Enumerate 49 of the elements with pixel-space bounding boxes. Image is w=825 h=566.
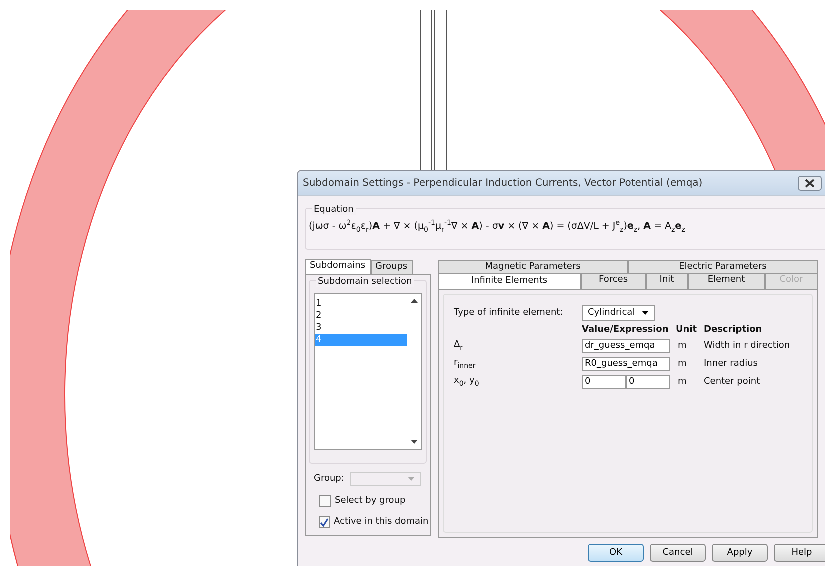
tab[interactable]: Magnetic Parameters xyxy=(438,260,628,273)
tab[interactable]: Element xyxy=(688,273,765,289)
dialog-button[interactable]: Help xyxy=(774,544,825,562)
caret-icon xyxy=(408,477,416,481)
input-field[interactable]: 0 xyxy=(626,375,670,389)
field-label: Type of infinite element: xyxy=(454,308,564,318)
subdomain-list[interactable]: 1 2 3 4 xyxy=(314,293,422,450)
unit-text: m xyxy=(677,377,688,387)
scroll-up-icon[interactable] xyxy=(410,299,418,303)
checkbox-label: Select by group xyxy=(335,496,406,506)
checkbox-label: Active in this domain xyxy=(334,517,429,527)
input-field[interactable]: dr_guess_emqa xyxy=(582,339,670,353)
tab[interactable]: Forces xyxy=(581,273,646,289)
column-header: Description xyxy=(704,325,764,335)
unit-text: m xyxy=(677,359,688,369)
list-item[interactable]: 1 xyxy=(315,298,407,310)
list-item[interactable]: 2 xyxy=(315,310,407,322)
caret-icon xyxy=(642,311,649,315)
column-header: Value/Expression xyxy=(582,325,670,335)
group-label: Equation xyxy=(312,205,356,215)
tab[interactable]: Infinite Elements xyxy=(438,273,581,289)
field-label: Group: xyxy=(314,474,344,484)
dialog-button[interactable]: Apply xyxy=(712,544,768,562)
dialog-button[interactable]: Cancel xyxy=(650,544,706,562)
column-header: Unit xyxy=(676,325,698,335)
dialog-button[interactable]: OK xyxy=(588,544,644,562)
group-label: Subdomain selection xyxy=(316,277,414,287)
tab[interactable]: Init xyxy=(646,273,688,289)
description-text: Inner radius xyxy=(704,359,759,369)
parameter-symbol: x$_{0}$, y$_{0}$ xyxy=(454,376,480,388)
parameter-symbol: r$_{inner}$ xyxy=(454,358,477,370)
tab[interactable]: Electric Parameters xyxy=(628,260,818,273)
description-text: Width in r direction xyxy=(704,341,792,351)
window-title: Subdomain Settings - Perpendicular Induction Currents, Vector Potential (emqa) xyxy=(303,178,704,188)
tab[interactable]: Subdomains xyxy=(305,259,371,274)
checkbox[interactable] xyxy=(319,495,331,507)
type-dropdown[interactable]: Cylindrical xyxy=(582,305,655,321)
input-field[interactable]: R0_guess_emqa xyxy=(582,357,670,371)
tab[interactable]: Groups xyxy=(370,260,413,274)
close-button[interactable] xyxy=(798,176,822,190)
input-field[interactable]: 0 xyxy=(582,375,626,389)
scroll-down-icon[interactable] xyxy=(410,440,418,444)
description-text: Center point xyxy=(704,377,762,387)
list-item[interactable]: 3 xyxy=(315,322,407,334)
parameter-symbol: Δ$_{r}$ xyxy=(454,340,464,352)
unit-text: m xyxy=(677,341,688,351)
equation-text: (jωσ - ω$^{2}$ε$_{0}$ε$_{r}$)A + ∇ × (μ$_{0}$$^{-1}$μ$_{r}$$^{-1}$∇ × A) - σv × (∇ × A) = (σΔV/L + J$^{e}$$_{z}$)e$_{z}$, A = A$_{z}$e$_{z}$ xyxy=(309,219,686,234)
close-icon xyxy=(805,178,815,188)
checkbox[interactable] xyxy=(319,516,330,528)
